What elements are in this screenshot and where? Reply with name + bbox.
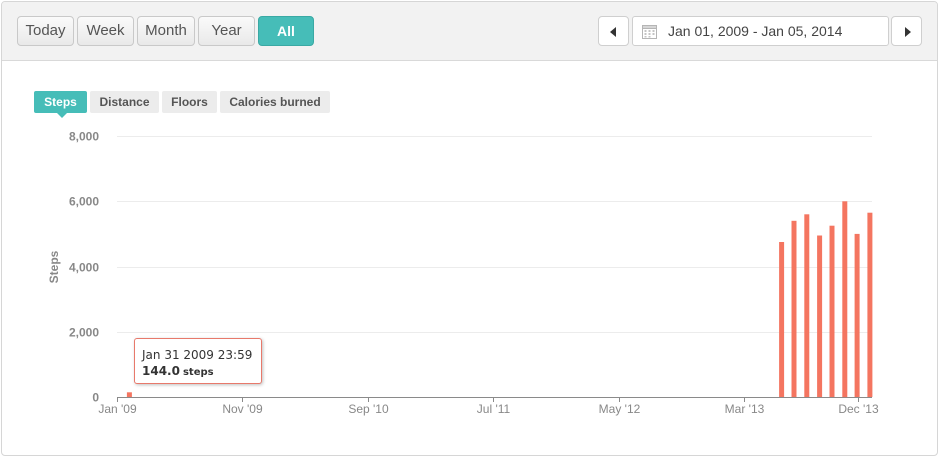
steps-bar[interactable] [817,235,823,398]
steps-bar[interactable] [804,214,810,397]
x-tick-label: May '12 [599,402,641,416]
x-tick-label: Dec '13 [838,402,879,416]
x-tick-label: Nov '09 [222,402,263,416]
tooltip-value-line: 144.0 steps [142,364,214,378]
steps-bar[interactable] [791,220,797,397]
steps-bar[interactable] [779,242,785,397]
steps-bar[interactable] [842,201,848,398]
tooltip-unit: steps [182,367,214,378]
tooltip-value: 144.0 [142,364,180,378]
dashboard-panel: Today Week Month Year All Jan 01, 2009 -… [1,1,938,456]
x-tick-label: Jan '09 [98,402,137,416]
x-tick-label: Jul '11 [477,402,511,416]
steps-bar[interactable] [126,392,132,397]
x-tick-label: Sep '10 [348,402,389,416]
y-tick-label: 4,000 [69,261,99,275]
data-point-tooltip: Jan 31 2009 23:59 144.0 steps [134,338,262,384]
y-tick-label: 6,000 [69,195,99,209]
y-axis-label: Steps [47,250,61,283]
y-tick-label: 2,000 [69,326,99,340]
steps-chart: 02,0004,0006,0008,000 Jan '09 Nov '09 Sep … [47,130,879,417]
x-tick-label: Mar '13 [725,402,765,416]
tooltip-time: Jan 31 2009 23:59 [142,348,253,362]
steps-bar[interactable] [867,212,873,397]
y-tick-label: 8,000 [69,130,99,144]
steps-bar[interactable] [829,225,835,397]
steps-bar[interactable] [854,233,860,397]
